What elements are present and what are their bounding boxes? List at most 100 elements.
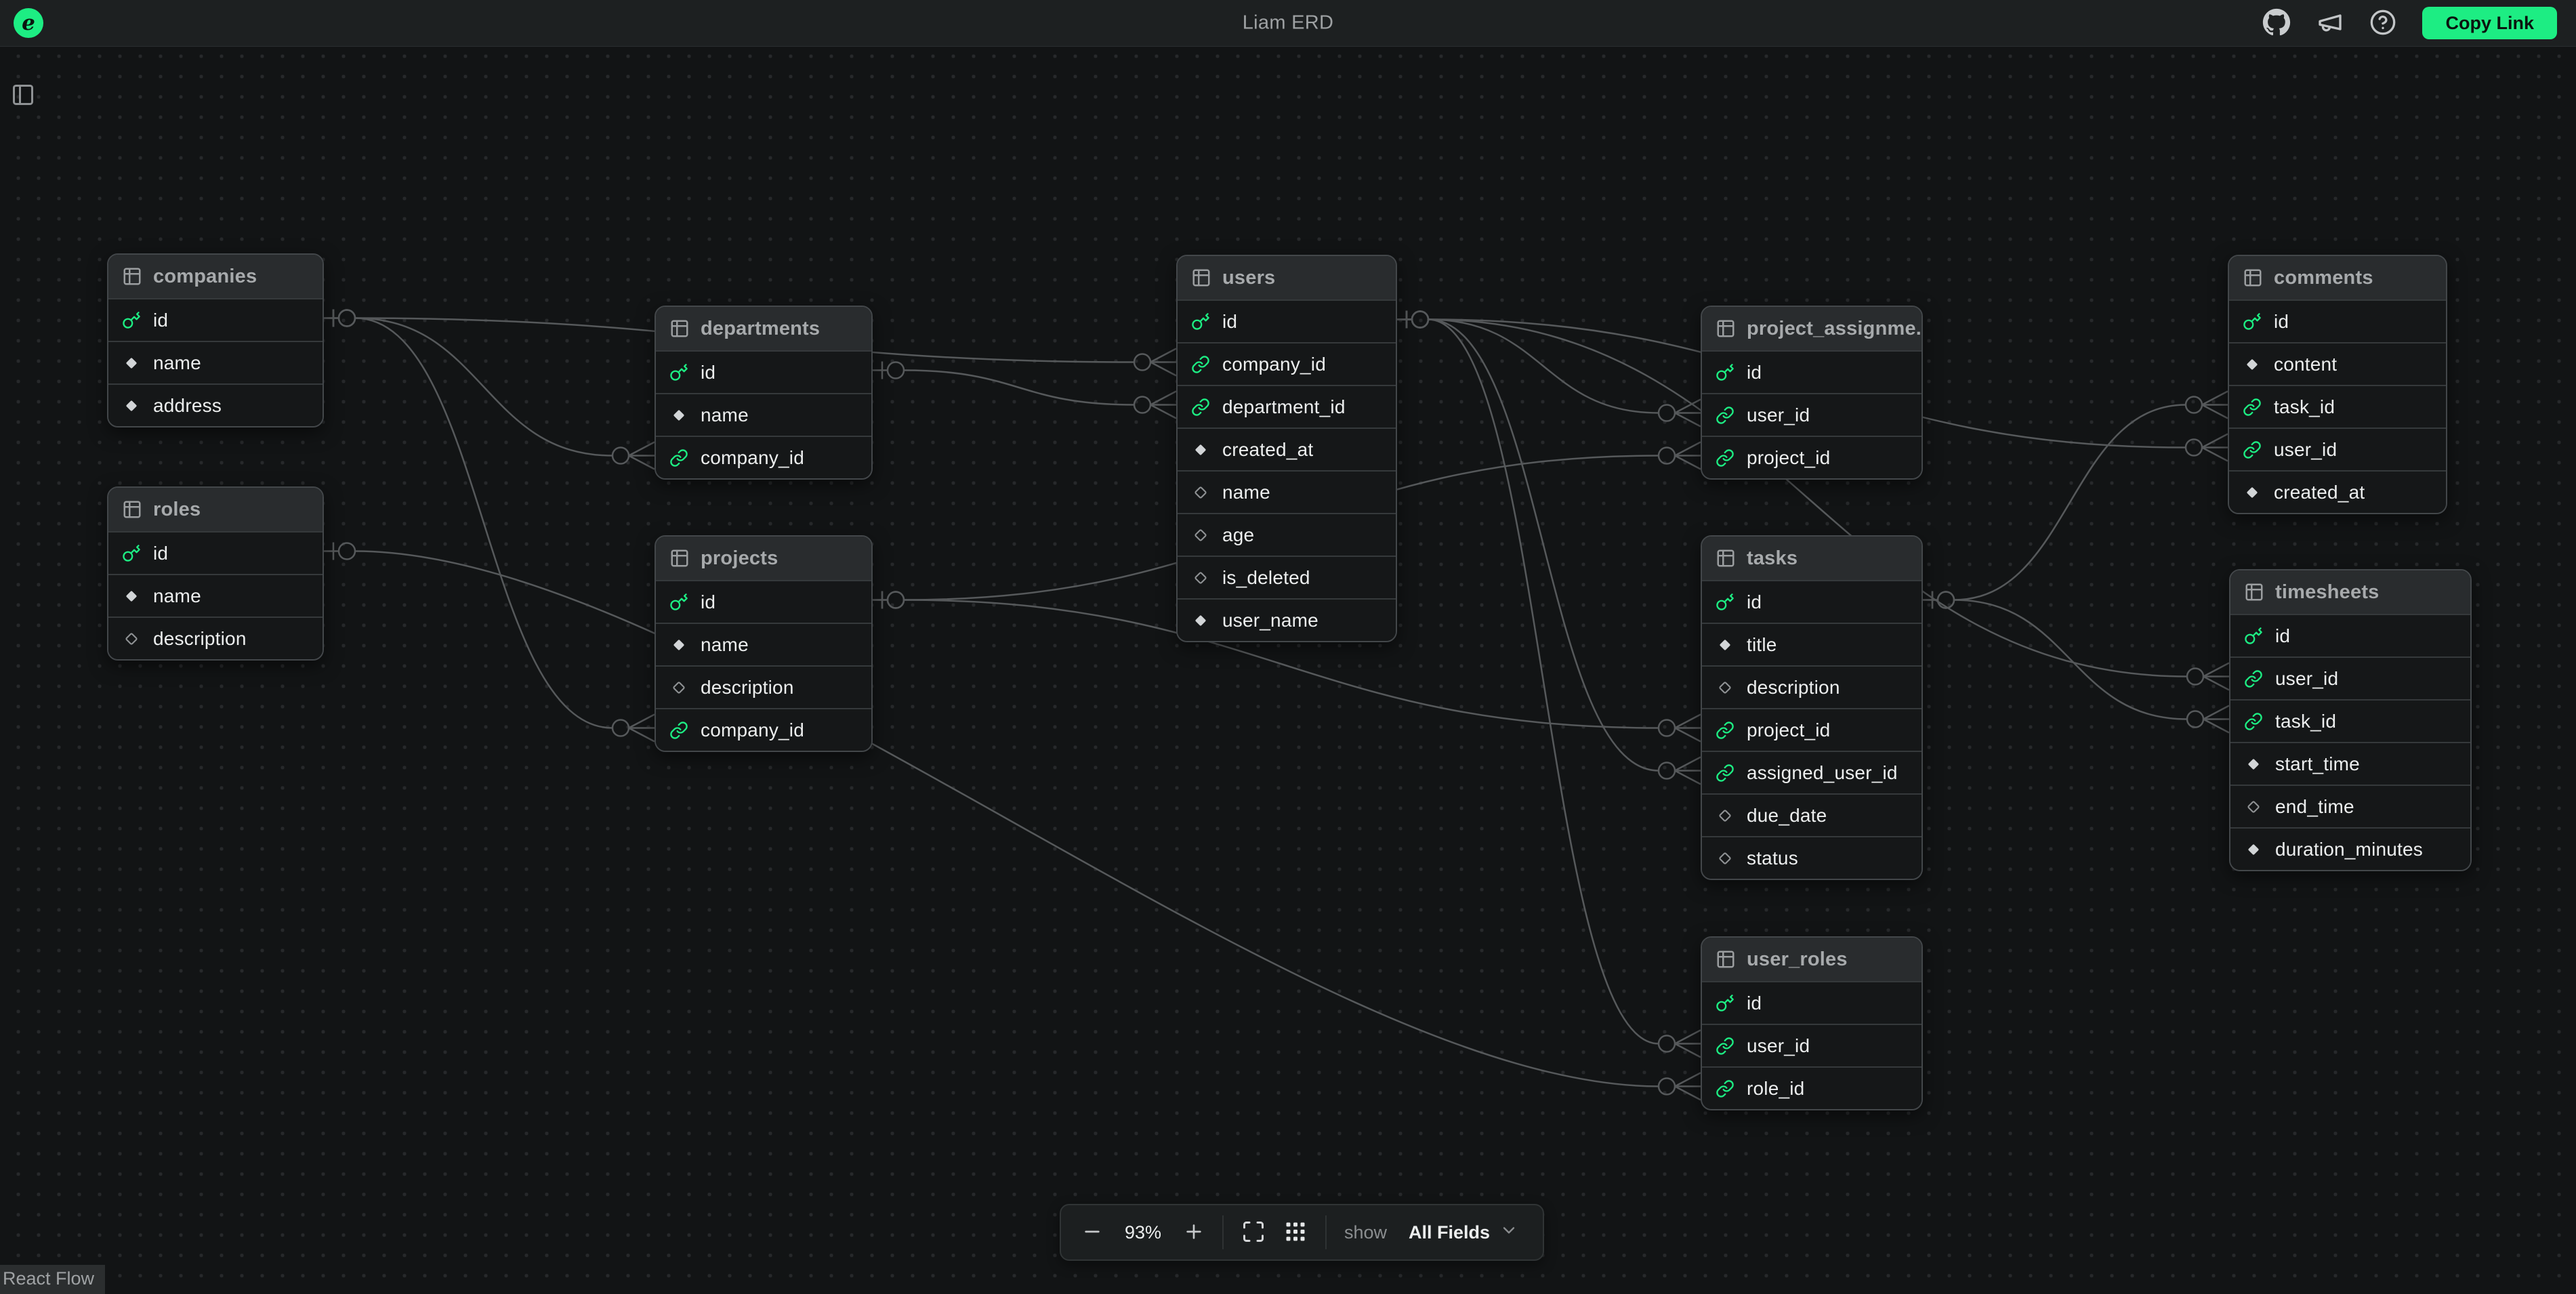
column-row-timesheets-id[interactable]: id bbox=[2230, 614, 2470, 656]
column-name: id bbox=[701, 362, 715, 383]
table-node-tasks[interactable]: tasksid title description project_idassigne… bbox=[1701, 535, 1923, 880]
column-row-tasks-project_id[interactable]: project_id bbox=[1702, 708, 1921, 751]
column-row-users-user_name[interactable]: user_name bbox=[1178, 598, 1396, 641]
column-row-companies-id[interactable]: id bbox=[108, 298, 323, 341]
foreign-key-icon bbox=[1716, 1079, 1734, 1098]
primary-key-icon bbox=[1716, 363, 1734, 382]
column-row-projects-name[interactable]: name bbox=[656, 623, 871, 665]
megaphone-icon bbox=[2317, 9, 2344, 38]
column-row-users-name[interactable]: name bbox=[1178, 470, 1396, 513]
column-row-companies-address[interactable]: address bbox=[108, 383, 323, 426]
column-row-timesheets-start_time[interactable]: start_time bbox=[2230, 742, 2470, 785]
column-row-projects-id[interactable]: id bbox=[656, 580, 871, 623]
column-name: name bbox=[1222, 482, 1270, 503]
column-row-roles-name[interactable]: name bbox=[108, 574, 323, 617]
column-name: created_at bbox=[2274, 482, 2365, 503]
react-flow-attribution[interactable]: React Flow bbox=[0, 1265, 105, 1294]
column-row-tasks-title[interactable]: title bbox=[1702, 623, 1921, 665]
column-name: title bbox=[1747, 634, 1777, 656]
column-row-comments-task_id[interactable]: task_id bbox=[2229, 385, 2446, 427]
column-name: description bbox=[1747, 677, 1840, 698]
not-null-icon bbox=[2243, 355, 2262, 374]
column-row-user_roles-user_id[interactable]: user_id bbox=[1702, 1024, 1921, 1066]
table-node-timesheets[interactable]: timesheetsiduser_idtask_idstart_timeend_… bbox=[2229, 569, 2472, 871]
column-name: id bbox=[1222, 311, 1237, 333]
column-row-comments-content[interactable]: content bbox=[2229, 342, 2446, 385]
table-node-project_assignments[interactable]: project_assignme...iduser_idproject_id bbox=[1701, 306, 1923, 480]
primary-key-icon bbox=[669, 593, 688, 612]
column-row-departments-name[interactable]: name bbox=[656, 393, 871, 436]
column-row-projects-company_id[interactable]: company_id bbox=[656, 708, 871, 751]
column-row-tasks-assigned_user_id[interactable]: assigned_user_id bbox=[1702, 751, 1921, 793]
table-node-roles[interactable]: rolesidnamedescription bbox=[107, 486, 324, 661]
fit-view-icon bbox=[1241, 1219, 1266, 1246]
column-row-users-id[interactable]: id bbox=[1178, 299, 1396, 342]
column-row-user_roles-id[interactable]: id bbox=[1702, 981, 1921, 1024]
table-node-companies[interactable]: companiesidnameaddress bbox=[107, 253, 324, 427]
diagram-canvas[interactable]: companiesidnameaddressrolesidnamedescrip… bbox=[0, 0, 2576, 1294]
table-node-departments[interactable]: departmentsidnamecompany_id bbox=[655, 306, 873, 480]
not-null-icon bbox=[669, 406, 688, 425]
column-name: project_id bbox=[1747, 719, 1830, 741]
table-node-projects[interactable]: projectsidnamedescriptioncompany_id bbox=[655, 535, 873, 752]
column-row-timesheets-end_time[interactable]: end_time bbox=[2230, 785, 2470, 827]
column-row-users-company_id[interactable]: company_id bbox=[1178, 342, 1396, 385]
column-name: id bbox=[153, 310, 168, 331]
column-row-timesheets-duration_minutes[interactable]: duration_minutes bbox=[2230, 827, 2470, 870]
column-row-departments-company_id[interactable]: company_id bbox=[656, 436, 871, 478]
column-row-timesheets-task_id[interactable]: task_id bbox=[2230, 699, 2470, 742]
show-label: show bbox=[1344, 1222, 1387, 1243]
table-name: project_assignme... bbox=[1747, 318, 1923, 340]
table-header-tasks: tasks bbox=[1702, 537, 1921, 580]
column-row-comments-user_id[interactable]: user_id bbox=[2229, 427, 2446, 470]
help-button[interactable] bbox=[2369, 9, 2396, 38]
fit-view-button[interactable] bbox=[1241, 1219, 1266, 1246]
edge-users.id-user_roles.user_id bbox=[1397, 311, 1701, 1058]
table-node-users[interactable]: usersidcompany_iddepartment_idcreated_at… bbox=[1176, 255, 1397, 642]
column-row-user_roles-role_id[interactable]: role_id bbox=[1702, 1066, 1921, 1109]
zoom-out-button[interactable] bbox=[1081, 1221, 1103, 1245]
column-row-project_assignments-project_id[interactable]: project_id bbox=[1702, 436, 1921, 478]
column-row-comments-created_at[interactable]: created_at bbox=[2229, 470, 2446, 513]
column-row-tasks-due_date[interactable]: due_date bbox=[1702, 793, 1921, 836]
liam-logo: e bbox=[14, 8, 43, 38]
column-row-roles-description[interactable]: description bbox=[108, 617, 323, 659]
edge-tasks.id-comments.task_id bbox=[1923, 392, 2228, 609]
tidy-up-button[interactable] bbox=[1283, 1219, 1308, 1246]
foreign-key-icon bbox=[2244, 712, 2263, 731]
column-row-tasks-description[interactable]: description bbox=[1702, 665, 1921, 708]
table-header-timesheets: timesheets bbox=[2230, 570, 2470, 614]
column-name: name bbox=[153, 352, 201, 374]
not-null-icon bbox=[122, 396, 141, 415]
table-node-comments[interactable]: commentsidcontenttask_iduser_idcreated_a… bbox=[2228, 255, 2447, 514]
column-name: address bbox=[153, 395, 222, 417]
column-row-timesheets-user_id[interactable]: user_id bbox=[2230, 656, 2470, 699]
column-row-roles-id[interactable]: id bbox=[108, 531, 323, 574]
copy-link-button[interactable]: Copy Link bbox=[2422, 7, 2557, 39]
column-row-project_assignments-id[interactable]: id bbox=[1702, 350, 1921, 393]
column-name: due_date bbox=[1747, 805, 1827, 827]
primary-key-icon bbox=[669, 363, 688, 382]
zoom-in-button[interactable] bbox=[1183, 1221, 1205, 1245]
column-row-companies-name[interactable]: name bbox=[108, 341, 323, 383]
column-row-projects-description[interactable]: description bbox=[656, 665, 871, 708]
not-null-icon bbox=[1191, 611, 1210, 630]
column-row-project_assignments-user_id[interactable]: user_id bbox=[1702, 393, 1921, 436]
column-row-users-created_at[interactable]: created_at bbox=[1178, 427, 1396, 470]
column-row-departments-id[interactable]: id bbox=[656, 350, 871, 393]
table-node-user_roles[interactable]: user_rolesiduser_idrole_id bbox=[1701, 936, 1923, 1110]
column-row-users-is_deleted[interactable]: is_deleted bbox=[1178, 556, 1396, 598]
fields-filter-dropdown[interactable]: All Fields bbox=[1405, 1220, 1522, 1245]
column-row-tasks-id[interactable]: id bbox=[1702, 580, 1921, 623]
column-row-comments-id[interactable]: id bbox=[2229, 299, 2446, 342]
github-button[interactable] bbox=[2262, 8, 2291, 39]
table-header-projects: projects bbox=[656, 537, 871, 580]
feedback-button[interactable] bbox=[2317, 9, 2344, 38]
edge-roles.id-user_roles.role_id bbox=[324, 543, 1701, 1100]
column-row-users-age[interactable]: age bbox=[1178, 513, 1396, 556]
column-row-users-department_id[interactable]: department_id bbox=[1178, 385, 1396, 427]
nullable-icon bbox=[2244, 797, 2263, 816]
toolbar-divider bbox=[1325, 1215, 1327, 1249]
sidebar-toggle-button[interactable] bbox=[11, 83, 35, 109]
column-row-tasks-status[interactable]: status bbox=[1702, 836, 1921, 879]
